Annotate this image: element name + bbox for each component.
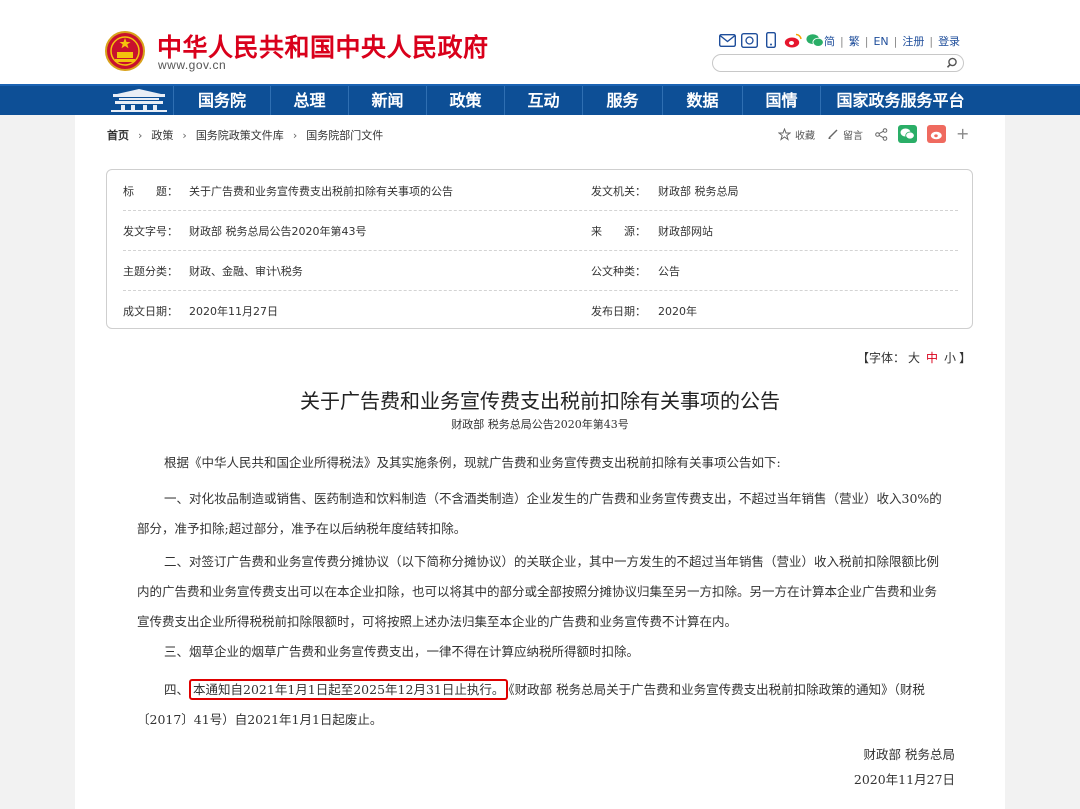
paragraph-3: 三、烟草企业的烟草广告费和业务宣传费支出，一律不得在计算应纳税所得额时扣除。 xyxy=(164,644,640,659)
wechat-icon[interactable] xyxy=(806,32,824,48)
message-icon[interactable] xyxy=(740,32,758,48)
favorite-button[interactable]: 收藏 xyxy=(778,127,815,142)
nav-item-state-council[interactable]: 国务院 xyxy=(173,86,270,115)
paragraph-4-prefix: 四、 xyxy=(164,682,190,697)
nav-item-data[interactable]: 数据 xyxy=(662,86,742,115)
topic-label: 主题分类： xyxy=(123,265,178,278)
written-date-value: 2020年11月27日 xyxy=(189,305,278,318)
source-value: 财政部网站 xyxy=(658,225,713,238)
article-title: 关于广告费和业务宣传费支出税前扣除有关事项的公告 xyxy=(300,389,780,413)
title-value: 关于广告费和业务宣传费支出税前扣除有关事项的公告 xyxy=(189,185,453,198)
nav-item-news[interactable]: 新闻 xyxy=(348,86,426,115)
star-icon xyxy=(778,127,791,141)
docno-value: 财政部 税务总局公告2020年第43号 xyxy=(189,225,367,238)
top-links: 简 | 繁 | EN | 注册 | 登录 xyxy=(824,33,960,49)
article-subtitle: 财政部 税务总局公告2020年第43号 xyxy=(451,418,629,431)
nav-item-gov-service-platform[interactable]: 国家政务服务平台 xyxy=(820,86,980,115)
article-tools: 收藏 留言 + xyxy=(778,124,969,144)
topic-value: 财政、金融、审计\税务 xyxy=(189,265,303,278)
search-input[interactable] xyxy=(721,56,945,71)
issuer-value: 财政部 税务总局 xyxy=(658,185,739,198)
share-icon[interactable] xyxy=(875,127,888,141)
font-size-switcher: 【字体：大中小】 xyxy=(857,349,971,366)
type-label: 公文种类： xyxy=(591,265,646,278)
divider: | xyxy=(893,34,898,48)
signature-date: 2020年11月27日 xyxy=(853,772,955,787)
nav-item-national-info[interactable]: 国情 xyxy=(742,86,820,115)
written-date-label: 成文日期： xyxy=(123,305,178,318)
chevron-right-icon: › xyxy=(182,128,187,142)
font-size-open: 【字体： xyxy=(857,351,906,365)
nav-items: 国务院 总理 新闻 政策 互动 服务 数据 国情 国家政务服务平台 xyxy=(173,86,980,115)
main-nav: 国务院 总理 新闻 政策 互动 服务 数据 国情 国家政务服务平台 xyxy=(0,84,1080,115)
pencil-icon xyxy=(828,129,838,139)
published-date-value: 2020年 xyxy=(658,305,697,318)
font-size-small[interactable]: 小 xyxy=(944,351,956,365)
search-icon[interactable] xyxy=(945,56,959,70)
chevron-right-icon: › xyxy=(292,128,298,142)
mail-icon[interactable] xyxy=(718,32,736,48)
paragraph-1: 一、对化妆品制造或销售、医药制造和饮料制造（不含酒类制造）企业发生的广告费和业务… xyxy=(137,491,942,536)
link-english[interactable]: EN xyxy=(873,35,888,48)
paragraph-2: 二、对签订广告费和业务宣传费分摊协议（以下简称分摊协议）的关联企业，其中一方发生… xyxy=(137,554,940,629)
document-info-table: 标 题： 关于广告费和业务宣传费支出税前扣除有关事项的公告 发文机关： 财政部 … xyxy=(106,169,973,329)
link-simplified[interactable]: 简 xyxy=(824,33,835,49)
breadcrumb-policy[interactable]: 政策 xyxy=(151,127,173,143)
comment-button[interactable]: 留言 xyxy=(827,127,863,142)
docno-label: 发文字号： xyxy=(123,225,178,238)
breadcrumb-department-docs[interactable]: 国务院部门文件 xyxy=(306,127,383,143)
weibo-share-icon[interactable] xyxy=(927,125,946,143)
info-row: 标 题： 关于广告费和业务宣传费支出税前扣除有关事项的公告 发文机关： 财政部 … xyxy=(123,170,958,211)
search-box xyxy=(712,54,964,72)
link-login[interactable]: 登录 xyxy=(938,33,960,49)
mobile-icon[interactable] xyxy=(762,32,780,48)
site-header: 中华人民共和国中央人民政府 www.gov.cn 简 | 繁 | EN | 注册… xyxy=(0,0,1080,84)
title-label: 标 题： xyxy=(123,185,178,198)
font-size-medium[interactable]: 中 xyxy=(926,351,938,365)
comment-label: 留言 xyxy=(843,130,863,142)
source-label: 来 源： xyxy=(591,225,646,238)
font-size-close: 】 xyxy=(959,351,972,365)
font-size-large[interactable]: 大 xyxy=(908,351,920,365)
info-row: 主题分类： 财政、金融、审计\税务 公文种类： 公告 xyxy=(123,250,958,291)
nav-item-interaction[interactable]: 互动 xyxy=(504,86,582,115)
breadcrumb-home[interactable]: 首页 xyxy=(107,127,129,143)
weibo-icon[interactable] xyxy=(784,32,802,48)
link-register[interactable]: 注册 xyxy=(902,33,924,49)
highlighted-effective-date: 本通知自2021年1月1日起至2025年12月31日止执行。 xyxy=(189,679,509,700)
site-domain[interactable]: www.gov.cn xyxy=(158,58,226,72)
breadcrumb-policy-library[interactable]: 国务院政策文件库 xyxy=(196,127,284,143)
nav-item-policy[interactable]: 政策 xyxy=(426,86,504,115)
top-icon-bar xyxy=(718,31,828,49)
tiananmen-icon[interactable] xyxy=(105,86,173,115)
plus-icon[interactable]: + xyxy=(956,126,969,142)
type-value: 公告 xyxy=(658,265,680,278)
breadcrumb: 首页 › 政策 › 国务院政策文件库 › 国务院部门文件 xyxy=(107,127,383,143)
issuer-label: 发文机关： xyxy=(591,185,646,198)
divider: | xyxy=(929,34,934,48)
info-row: 成文日期： 2020年11月27日 发布日期： 2020年 xyxy=(123,290,958,330)
national-emblem-icon[interactable] xyxy=(105,31,145,71)
divider: | xyxy=(864,34,869,48)
info-row: 发文字号： 财政部 税务总局公告2020年第43号 来 源： 财政部网站 xyxy=(123,210,958,251)
chevron-right-icon: › xyxy=(138,128,143,142)
wechat-share-icon[interactable] xyxy=(898,125,917,143)
paragraph-intro: 根据《中华人民共和国企业所得税法》及其实施条例，现就广告费和业务宣传费支出税前扣… xyxy=(164,455,781,470)
paragraph-4: 四、 本通知自2021年1月1日起至2025年12月31日止执行。 《财政部 税务总… xyxy=(137,675,949,735)
link-traditional[interactable]: 繁 xyxy=(849,33,860,49)
favorite-label: 收藏 xyxy=(795,130,815,142)
nav-item-premier[interactable]: 总理 xyxy=(270,86,348,115)
divider: | xyxy=(840,34,844,48)
published-date-label: 发布日期： xyxy=(591,305,646,318)
signature-org: 财政部 税务总局 xyxy=(863,747,955,762)
nav-item-services[interactable]: 服务 xyxy=(582,86,662,115)
